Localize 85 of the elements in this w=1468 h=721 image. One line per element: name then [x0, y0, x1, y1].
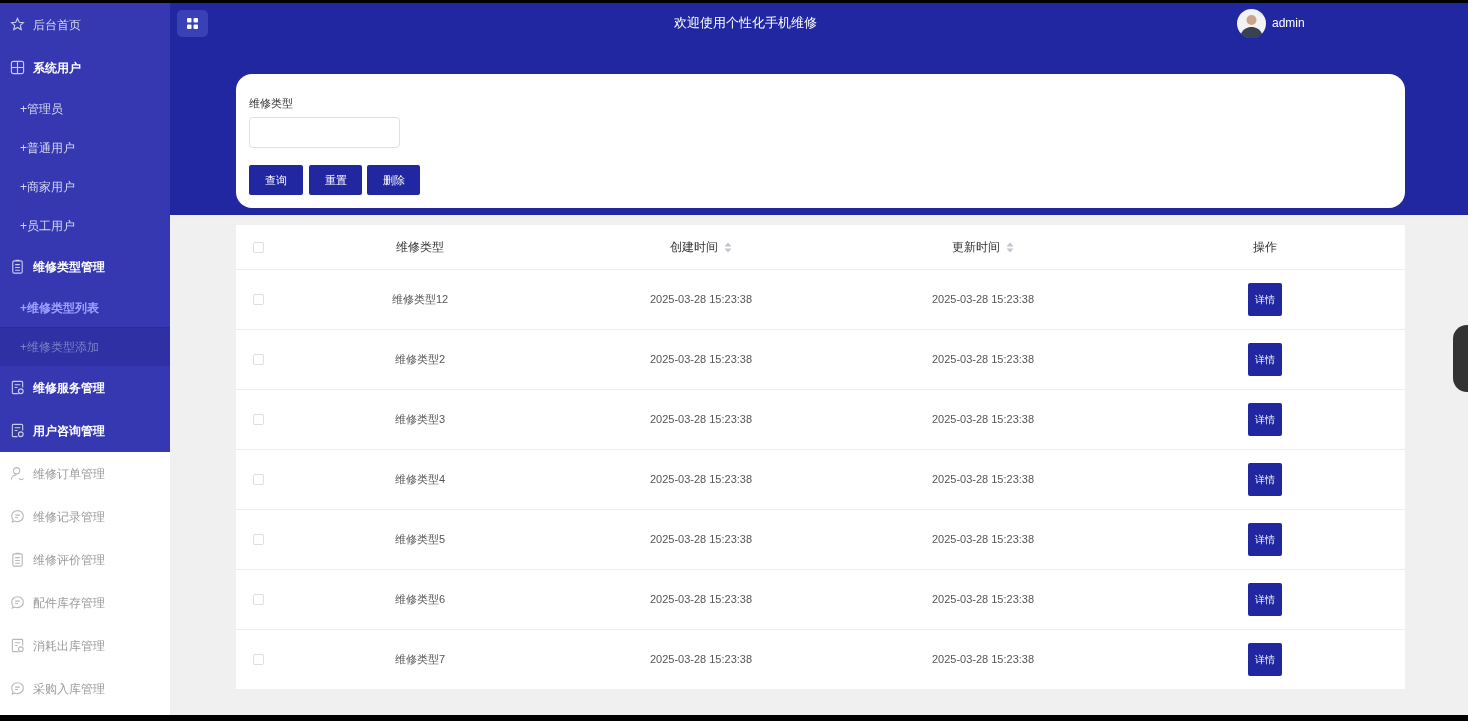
checkbox[interactable]	[252, 534, 264, 545]
table-cell-text: 2025-03-28 15:23:38	[931, 532, 1035, 548]
checkbox[interactable]	[252, 354, 264, 365]
sidebar-item[interactable]: 用户咨询管理	[0, 409, 170, 452]
sidebar-label: 维修类型管理	[33, 258, 105, 276]
input-field[interactable]	[249, 117, 400, 148]
sort-icon[interactable]	[1006, 241, 1014, 253]
sidebar-item[interactable]: 维修服务管理	[0, 366, 170, 409]
details-button[interactable]: 详情	[1247, 643, 1282, 676]
table-cell-text: 2025-03-28 15:23:38	[649, 292, 753, 308]
clipboard-icon	[10, 552, 25, 567]
sidebar-label: 维修服务管理	[33, 379, 105, 397]
document-icon	[10, 423, 25, 438]
chat-icon	[10, 509, 25, 524]
sidebar-item[interactable]: 后台首页	[0, 3, 170, 46]
table-cell-text: 2025-03-28 15:23:38	[649, 652, 753, 668]
table-cell-text: 维修类型3	[394, 412, 446, 428]
sidebar-label: 后台首页	[33, 16, 81, 34]
table-cell-text: 2025-03-28 15:23:38	[931, 652, 1035, 668]
sidebar-subitem[interactable]: +商家用户	[0, 167, 170, 206]
page-title: 欢迎使用个性化手机维修	[673, 14, 817, 33]
table-cell-text: 2025-03-28 15:23:38	[649, 472, 753, 488]
sidebar-label: 用户咨询管理	[33, 422, 105, 440]
sort-icon[interactable]	[724, 241, 732, 253]
sidebar-item[interactable]: 系统用户	[0, 46, 170, 89]
sidebar-item[interactable]: 维修类型管理	[0, 245, 170, 288]
sidebar-label: 维修订单管理	[33, 465, 105, 483]
sidebar-subitem[interactable]: +普通用户	[0, 128, 170, 167]
table-cell-text: 维修类型2	[394, 352, 446, 368]
details-button[interactable]: 详情	[1247, 463, 1282, 496]
chat-icon	[10, 595, 25, 610]
table-cell-text: 2025-03-28 15:23:38	[649, 592, 753, 608]
clipboard-icon	[10, 259, 25, 274]
column-header[interactable]: 操作	[1252, 238, 1277, 256]
details-button[interactable]: 详情	[1247, 523, 1282, 556]
column-header[interactable]: 维修类型	[396, 238, 444, 256]
document-clock-icon	[10, 380, 25, 395]
action-button[interactable]: 删除	[367, 165, 420, 195]
table-cell-text: 2025-03-28 15:23:38	[649, 412, 753, 428]
column-header[interactable]: 更新时间	[952, 238, 1014, 256]
user-icon	[10, 466, 25, 481]
star-icon	[10, 17, 25, 32]
action-button[interactable]: 重置	[309, 165, 362, 195]
checkbox[interactable]	[252, 294, 264, 305]
grid-icon	[187, 17, 198, 29]
sidebar-subitem[interactable]: +管理员	[0, 89, 170, 128]
checkbox[interactable]	[252, 594, 264, 605]
sidebar-label: 配件库存管理	[33, 594, 105, 612]
table-cell-text: 2025-03-28 15:23:38	[931, 592, 1035, 608]
sidebar-label: 维修评价管理	[33, 551, 105, 569]
table-cell-text: 2025-03-28 15:23:38	[931, 472, 1035, 488]
avatar[interactable]	[1237, 8, 1266, 38]
details-button[interactable]: 详情	[1247, 403, 1282, 436]
table-cell-text: 维修类型12	[391, 292, 449, 308]
details-button[interactable]: 详情	[1247, 583, 1282, 616]
table-cell-text: 2025-03-28 15:23:38	[649, 532, 753, 548]
sidebar-label: 维修记录管理	[33, 508, 105, 526]
grid-icon	[10, 60, 25, 75]
sidebar-label: 系统用户	[33, 59, 81, 77]
table-cell-text: 2025-03-28 15:23:38	[649, 352, 753, 368]
checkbox[interactable]	[252, 654, 264, 665]
field-label: 维修类型	[249, 96, 293, 109]
table-cell-text: 2025-03-28 15:23:38	[931, 352, 1035, 368]
username: admin	[1272, 15, 1305, 32]
chat-icon	[10, 681, 25, 696]
checkbox[interactable]	[252, 474, 264, 485]
details-button[interactable]: 详情	[1247, 283, 1282, 316]
table-cell-text: 维修类型4	[394, 472, 446, 488]
table-cell-text: 维修类型7	[394, 652, 446, 668]
sidebar-subitem[interactable]: +员工用户	[0, 206, 170, 245]
document-clock-icon	[10, 638, 25, 653]
apps-button[interactable]	[177, 9, 208, 37]
checkbox[interactable]	[252, 241, 264, 253]
column-header[interactable]: 创建时间	[670, 238, 732, 256]
sidebar-label: 消耗出库管理	[33, 637, 105, 655]
table-cell-text: 维修类型6	[394, 592, 446, 608]
details-button[interactable]: 详情	[1247, 343, 1282, 376]
table-cell-text: 2025-03-28 15:23:38	[931, 412, 1035, 428]
sidebar-subitem[interactable]: +维修类型列表	[0, 288, 170, 327]
side-tab[interactable]	[1453, 325, 1468, 392]
sidebar-label: 采购入库管理	[33, 680, 105, 698]
table-cell-text: 2025-03-28 15:23:38	[931, 292, 1035, 308]
action-button[interactable]: 查询	[249, 165, 303, 195]
checkbox[interactable]	[252, 414, 264, 425]
table-cell-text: 维修类型5	[394, 532, 446, 548]
